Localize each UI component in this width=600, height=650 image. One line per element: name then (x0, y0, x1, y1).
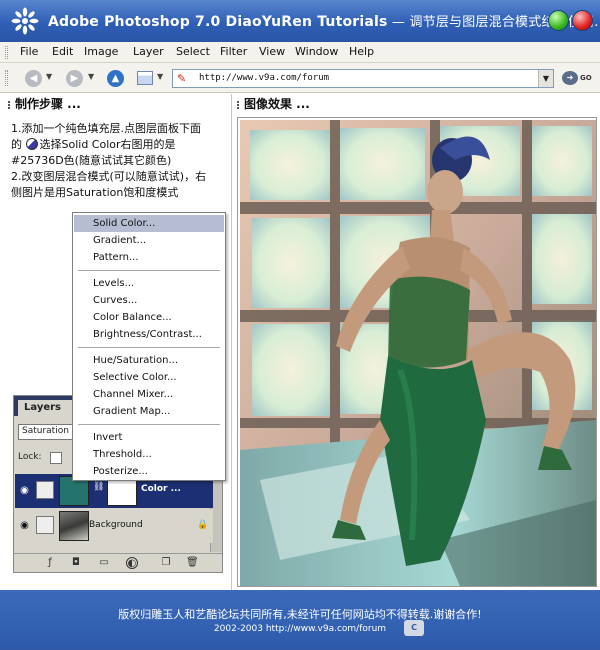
back-arrow-icon[interactable]: ◀ (25, 70, 42, 87)
steps-text: 1.添加一个纯色填充层.点图层面板下面 的 选择Solid Color右图用的是… (11, 121, 226, 201)
title-bar: Adobe Photoshop 7.0 DiaoYuRen Tutorials … (0, 0, 600, 42)
menu-item-selective-color[interactable]: Selective Color... (74, 369, 224, 386)
back-dropdown-icon[interactable]: ▼ (46, 72, 52, 81)
adjustment-layer-menu: Solid Color... Gradient... Pattern... Le… (72, 212, 226, 481)
layer-link-toggle[interactable] (36, 481, 54, 499)
result-photo (240, 120, 596, 586)
menu-edit[interactable]: Edit (52, 45, 73, 58)
menu-item-pattern[interactable]: Pattern... (74, 249, 224, 266)
green-window-button[interactable] (548, 10, 569, 31)
menu-select[interactable]: Select (176, 45, 210, 58)
forward-dropdown-icon[interactable]: ▼ (88, 72, 94, 81)
site-logo-icon: C (404, 620, 424, 636)
result-panel-title: 图像效果 ... (237, 95, 310, 113)
grip-icon (8, 100, 11, 109)
step-line: 的 选择Solid Color右图用的是 (11, 138, 176, 151)
footer: 版权归雕玉人和艺酷论坛共同所有,未经许可任何网站均不得转载.谢谢合作! 2002… (0, 590, 600, 650)
menu-separator (78, 270, 220, 271)
menu-bar: File Edit Image Layer Select Filter View… (0, 42, 600, 63)
layer-style-icon[interactable]: ƒ (44, 557, 56, 569)
menu-view[interactable]: View (259, 45, 285, 58)
menu-file[interactable]: File (20, 45, 38, 58)
address-dropdown-icon[interactable]: ▼ (538, 70, 553, 87)
eye-icon[interactable]: ◉ (18, 519, 31, 532)
menu-window[interactable]: Window (295, 45, 338, 58)
layer-mask-icon[interactable]: ◘ (70, 557, 82, 569)
menu-item-gradient-map[interactable]: Gradient Map... (74, 403, 224, 420)
menu-item-gradient[interactable]: Gradient... (74, 232, 224, 249)
view-toggle-icon[interactable] (137, 71, 153, 85)
blend-mode-select[interactable]: Saturation (18, 424, 80, 440)
eye-icon[interactable]: ◉ (18, 484, 31, 497)
window-title: Adobe Photoshop 7.0 DiaoYuRen Tutorials … (48, 11, 600, 30)
adjustment-layer-icon[interactable]: ◐ (126, 557, 138, 569)
menu-item-threshold[interactable]: Threshold... (74, 446, 224, 463)
step-line: 侧图片是用Saturation饱和度模式 (11, 186, 179, 199)
menu-help[interactable]: Help (349, 45, 374, 58)
new-layer-icon[interactable]: ❐ (160, 557, 172, 569)
lock-label: Lock: (18, 452, 42, 462)
toolbar-grip[interactable] (5, 46, 8, 59)
go-button[interactable]: GO (580, 74, 592, 82)
menu-filter[interactable]: Filter (220, 45, 247, 58)
menu-item-color-balance[interactable]: Color Balance... (74, 309, 224, 326)
background-layer-row[interactable]: ◉ Background 🔒 (15, 509, 213, 543)
menu-item-curves[interactable]: Curves... (74, 292, 224, 309)
copyright-text: 版权归雕玉人和艺酷论坛共同所有,未经许可任何网站均不得转载.谢谢合作! (118, 608, 482, 621)
color-layer-name: Color ... (141, 484, 181, 494)
menu-separator (78, 424, 220, 425)
footer-url[interactable]: 2002-2003 http://www.v9a.com/forum (0, 624, 600, 634)
layers-bottom-bar: ƒ ◘ ▭ ◐ ❐ 🗑 (14, 553, 222, 572)
menu-item-posterize[interactable]: Posterize... (74, 463, 224, 480)
menu-item-levels[interactable]: Levels... (74, 275, 224, 292)
grip-icon (237, 100, 240, 109)
chain-link-icon: ⛓ (93, 482, 105, 492)
menu-separator (78, 347, 220, 348)
menu-layer[interactable]: Layer (133, 45, 164, 58)
lock-icon: 🔒 (197, 520, 209, 530)
layer-folder-icon[interactable]: ▭ (98, 557, 110, 569)
menu-item-channel-mixer[interactable]: Channel Mixer... (74, 386, 224, 403)
menu-item-invert[interactable]: Invert (74, 429, 224, 446)
menu-item-solid-color[interactable]: Solid Color... (74, 215, 224, 232)
page-icon: ✎ (177, 72, 187, 85)
background-layer-name: Background (89, 520, 143, 530)
forward-arrow-icon[interactable]: ▶ (66, 70, 83, 87)
menu-item-brightness-contrast[interactable]: Brightness/Contrast... (74, 326, 224, 343)
menu-image[interactable]: Image (84, 45, 118, 58)
address-input[interactable]: ✎ http://www.v9a.com/forum ▼ (172, 69, 554, 88)
step-line: #25736D色(随意试试其它颜色) (11, 154, 172, 167)
layers-tab[interactable]: Layers (18, 400, 76, 416)
steps-panel-title: 制作步骤 ... (8, 95, 81, 113)
step-line: 2.改变图层混合模式(可以随意试试)，右 (11, 170, 207, 183)
close-window-button[interactable] (572, 10, 593, 31)
layer-link-toggle[interactable] (36, 516, 54, 534)
menu-item-hue-saturation[interactable]: Hue/Saturation... (74, 352, 224, 369)
app-logo-icon (11, 7, 39, 35)
up-arrow-icon[interactable]: ▲ (107, 70, 124, 87)
panel-divider (231, 94, 232, 590)
background-thumbnail (59, 511, 89, 541)
address-toolbar: ◀ ▼ ▶ ▼ ▲ ▼ ✎ http://www.v9a.com/forum ▼… (0, 63, 600, 93)
address-url: http://www.v9a.com/forum (199, 73, 330, 83)
view-dropdown-icon[interactable]: ▼ (157, 72, 163, 81)
toolbar-grip[interactable] (5, 70, 8, 86)
step-line: 1.添加一个纯色填充层.点图层面板下面 (11, 122, 201, 135)
adjustment-layer-icon (25, 138, 38, 150)
lock-transparency-checkbox[interactable] (50, 452, 62, 464)
result-image-frame (237, 117, 597, 587)
go-arrow-icon[interactable]: ➜ (562, 71, 578, 85)
trash-icon[interactable]: 🗑 (186, 557, 199, 569)
